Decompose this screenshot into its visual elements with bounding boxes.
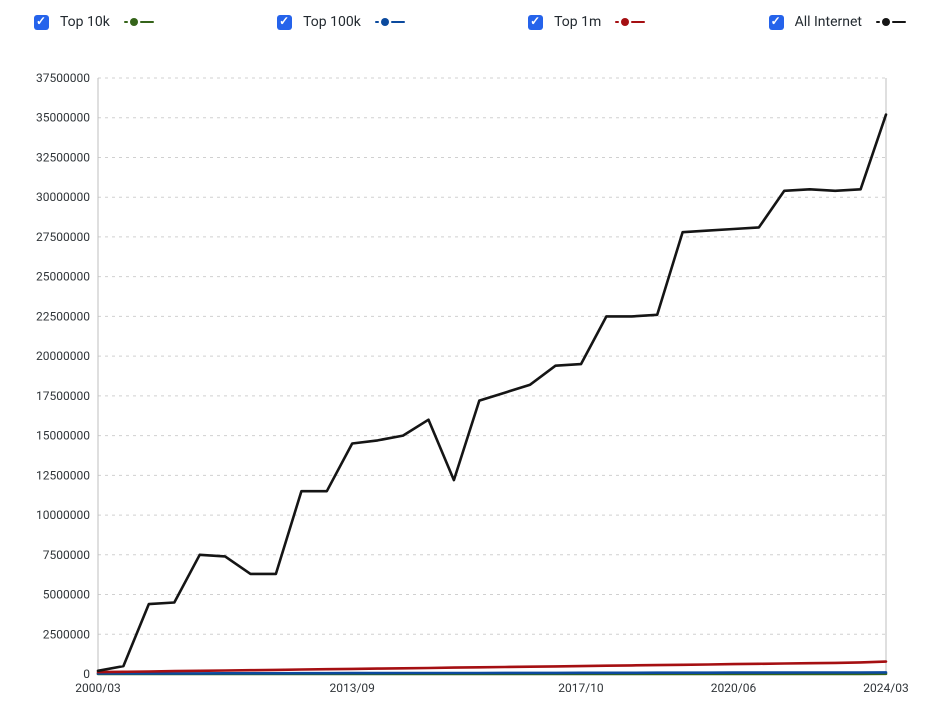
series-line [98, 672, 886, 673]
legend-item-top1m[interactable]: Top 1m [524, 12, 645, 33]
legend-swatch-top100k [375, 18, 405, 26]
series-line [98, 662, 886, 673]
svg-text:0: 0 [83, 667, 90, 681]
svg-text:15000000: 15000000 [36, 429, 90, 443]
svg-text:10000000: 10000000 [36, 508, 90, 522]
legend-checkbox-top1m[interactable] [528, 15, 543, 30]
legend-bar: Top 10k Top 100k Top 1m [10, 8, 926, 36]
svg-text:27500000: 27500000 [36, 230, 90, 244]
legend-item-top100k[interactable]: Top 100k [273, 12, 405, 33]
legend-label: Top 100k [303, 14, 361, 30]
svg-text:35000000: 35000000 [36, 111, 90, 125]
svg-text:25000000: 25000000 [36, 270, 90, 284]
chart-container: Top 10k Top 100k Top 1m [0, 0, 936, 723]
legend-swatch-top10k [124, 18, 154, 26]
svg-text:2024/03: 2024/03 [863, 681, 908, 695]
legend-checkbox-top10k[interactable] [34, 15, 49, 30]
chart-svg: 0 2500000 5000000 7500000 10000000 12500000 15… [10, 68, 926, 704]
legend-checkbox-all[interactable] [769, 15, 784, 30]
svg-text:32500000: 32500000 [36, 150, 90, 164]
svg-text:12500000: 12500000 [36, 468, 90, 482]
svg-text:2000/03: 2000/03 [75, 681, 120, 695]
legend-label: Top 10k [60, 14, 110, 30]
svg-text:30000000: 30000000 [36, 190, 90, 204]
chart-plot: 0 2500000 5000000 7500000 10000000 12500000 15… [10, 68, 926, 705]
legend-label: All Internet [795, 14, 862, 30]
svg-text:2020/06: 2020/06 [711, 681, 757, 695]
svg-text:2017/10: 2017/10 [558, 681, 604, 695]
svg-text:20000000: 20000000 [36, 349, 90, 363]
legend-item-top10k[interactable]: Top 10k [30, 12, 154, 33]
legend-label: Top 1m [554, 14, 601, 30]
svg-text:22500000: 22500000 [36, 309, 90, 323]
series-line [98, 115, 886, 671]
legend-swatch-top1m [615, 18, 645, 26]
svg-text:2500000: 2500000 [43, 627, 90, 641]
svg-text:7500000: 7500000 [43, 548, 90, 562]
svg-text:17500000: 17500000 [36, 389, 90, 403]
svg-text:5000000: 5000000 [43, 588, 90, 602]
svg-text:2013/09: 2013/09 [329, 681, 374, 695]
legend-item-all[interactable]: All Internet [765, 12, 906, 33]
svg-text:37500000: 37500000 [36, 71, 90, 85]
legend-swatch-all [876, 18, 906, 26]
legend-checkbox-top100k[interactable] [277, 15, 292, 30]
